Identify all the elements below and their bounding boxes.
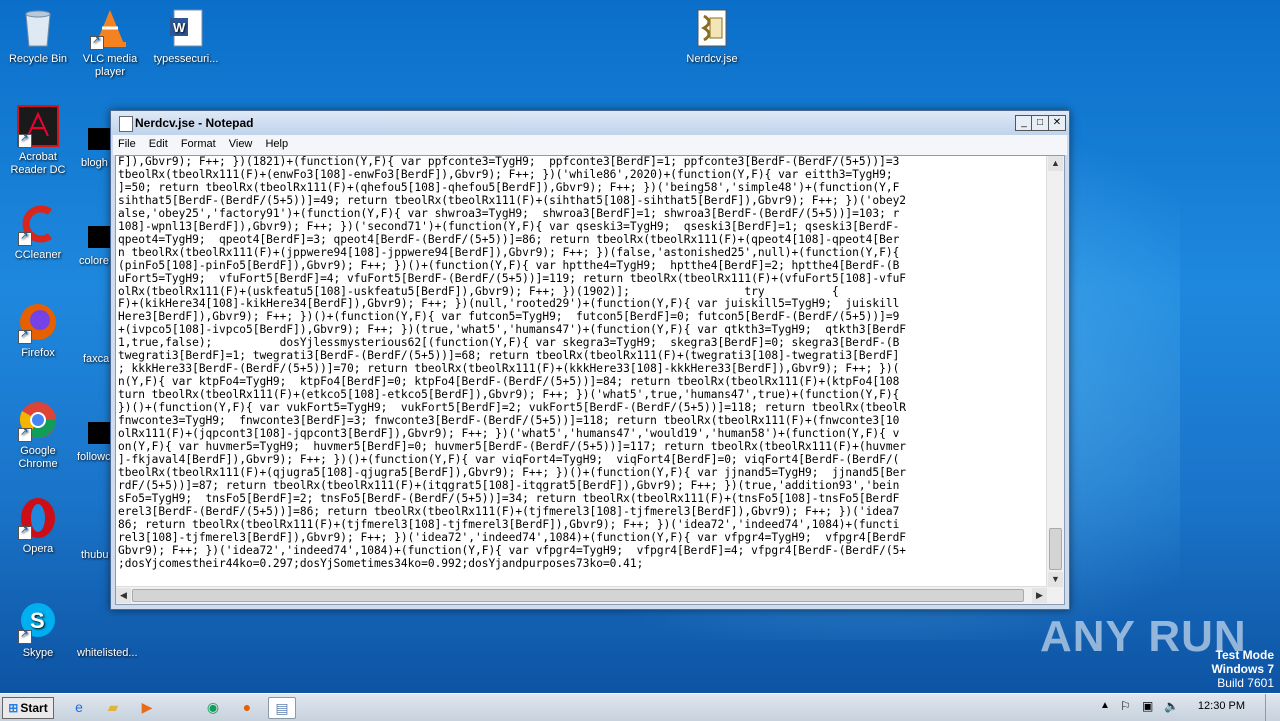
firefox-taskbar-icon[interactable]: ● — [234, 697, 260, 717]
firefox-icon — [16, 300, 60, 344]
close-button[interactable]: ✕ — [1048, 115, 1066, 131]
chrome-icon — [16, 398, 60, 442]
chrome-taskbar-icon[interactable]: ◉ — [200, 697, 226, 717]
hidden-file-icon[interactable] — [88, 128, 112, 150]
svg-text:S: S — [30, 608, 45, 633]
hidden-icon-label: whitelisted... — [77, 647, 138, 659]
vlc-icon — [88, 6, 132, 50]
shortcut-arrow-icon — [18, 524, 32, 540]
hidden-icon-label: followc — [77, 451, 111, 463]
desktop-icon-label: Acrobat Reader DC — [10, 151, 66, 176]
start-label: Start — [20, 701, 48, 715]
notepad-icon — [119, 116, 133, 132]
shortcut-arrow-icon — [18, 628, 32, 644]
desktop-icon-firefox[interactable]: Firefox — [0, 300, 76, 360]
shortcut-arrow-icon — [18, 132, 32, 148]
recycle-bin-icon — [16, 6, 60, 50]
tray-chevron-icon[interactable]: ▲ — [1100, 700, 1110, 711]
desktop-icon-label: Firefox — [21, 347, 55, 359]
desktop-icon-opera[interactable]: Opera — [0, 496, 76, 556]
vertical-scrollbar[interactable]: ▲ ▼ — [1046, 156, 1064, 587]
word-doc-icon: W — [164, 6, 208, 50]
acrobat-icon — [16, 104, 60, 148]
horizontal-scroll-thumb[interactable] — [132, 589, 1024, 602]
hidden-icon-label: thubu — [81, 549, 109, 561]
media-player-taskbar-icon[interactable]: ▶ — [134, 697, 160, 717]
start-button[interactable]: Start — [2, 697, 54, 719]
document-text[interactable]: F]),Gbvr9); F++; })(1821)+(function(Y,F)… — [118, 156, 1048, 586]
hidden-file-icon[interactable] — [88, 226, 112, 248]
build-label: Build 7601 — [1217, 676, 1274, 690]
window-titlebar[interactable]: Nerdcv.jse - Notepad _ □ ✕ — [111, 111, 1069, 135]
text-editor[interactable]: F]),Gbvr9); F++; })(1821)+(function(Y,F)… — [115, 155, 1065, 605]
scroll-down-icon[interactable]: ▼ — [1048, 572, 1063, 587]
ccleaner-icon — [16, 202, 60, 246]
desktop-icon-label: Opera — [22, 543, 54, 555]
notepad-taskbar-button[interactable]: ▤ — [268, 697, 296, 719]
hidden-icon-label: blogh — [81, 157, 108, 169]
menu-file[interactable]: File — [113, 135, 141, 150]
shortcut-arrow-icon — [18, 328, 32, 344]
notepad-window[interactable]: Nerdcv.jse - Notepad _ □ ✕ File Edit For… — [110, 110, 1070, 610]
window-title: Nerdcv.jse - Notepad — [135, 116, 254, 130]
desktop-icon-label: Recycle Bin — [8, 53, 68, 65]
clock[interactable]: 12:30 PM — [1198, 700, 1245, 712]
desktop-icon-label: CCleaner — [14, 249, 62, 261]
network-icon[interactable]: ▣ — [1142, 699, 1153, 713]
svg-text:W: W — [173, 20, 186, 35]
menu-help[interactable]: Help — [260, 135, 293, 150]
desktop-icon-skype[interactable]: S Skype — [0, 600, 76, 660]
test-mode-label: Test Mode — [1215, 648, 1274, 662]
hidden-icon-label: colore — [79, 255, 109, 267]
desktop-icon-label: typessecuri... — [153, 53, 219, 65]
opera-icon — [16, 496, 60, 540]
desktop-icon-ccleaner[interactable]: CCleaner — [0, 202, 76, 262]
menu-edit[interactable]: Edit — [144, 135, 173, 150]
vertical-scroll-thumb[interactable] — [1049, 528, 1062, 570]
hidden-icon-label: faxca — [83, 353, 110, 365]
maximize-button[interactable]: □ — [1031, 115, 1049, 131]
taskbar: Start e ▰ ▶ ◉ ● ▤ ▲ ⚐ ▣ 🔈 12:30 PM — [0, 693, 1280, 721]
shortcut-arrow-icon — [90, 34, 104, 50]
flag-icon[interactable]: ⚐ — [1120, 699, 1131, 713]
test-mode-notice: Test Mode Windows 7 Build 7601 — [1211, 648, 1274, 690]
desktop-icon-label: Nerdcv.jse — [686, 53, 738, 65]
scroll-right-icon[interactable]: ▶ — [1032, 588, 1047, 603]
shortcut-arrow-icon — [18, 230, 32, 246]
skype-icon: S — [16, 600, 60, 644]
horizontal-scrollbar[interactable]: ◀ ▶ — [116, 586, 1047, 604]
desktop-icon-vlc[interactable]: VLC media player — [72, 6, 148, 79]
scroll-left-icon[interactable]: ◀ — [116, 588, 131, 603]
explorer-taskbar-icon[interactable]: ▰ — [100, 697, 126, 717]
desktop-icon-nerdcv[interactable]: Nerdcv.jse — [674, 6, 750, 66]
desktop-icon-chrome[interactable]: Google Chrome — [0, 398, 76, 471]
menu-view[interactable]: View — [224, 135, 258, 150]
menu-format[interactable]: Format — [176, 135, 221, 150]
desktop-icon-typessecuri[interactable]: W typessecuri... — [148, 6, 224, 66]
volume-icon[interactable]: 🔈 — [1164, 699, 1179, 713]
scroll-up-icon[interactable]: ▲ — [1048, 156, 1063, 171]
desktop-icon-acrobat[interactable]: Acrobat Reader DC — [0, 104, 76, 177]
desktop-icon-label: Google Chrome — [18, 445, 58, 470]
desktop-icon-label: Skype — [22, 647, 54, 659]
hidden-file-icon[interactable] — [88, 422, 112, 444]
show-desktop-button[interactable] — [1265, 694, 1280, 721]
desktop-icon-recycle-bin[interactable]: Recycle Bin — [0, 6, 76, 66]
scrollbar-corner — [1047, 587, 1064, 604]
system-tray: ▲ ⚐ ▣ 🔈 12:30 PM — [1100, 694, 1280, 721]
shortcut-arrow-icon — [18, 426, 32, 442]
ie-taskbar-icon[interactable]: e — [66, 697, 92, 717]
desktop-icon-label: VLC media player — [82, 53, 138, 78]
script-file-icon — [690, 6, 734, 50]
os-label: Windows 7 — [1211, 662, 1274, 676]
menu-bar: File Edit Format View Help — [113, 135, 1067, 155]
